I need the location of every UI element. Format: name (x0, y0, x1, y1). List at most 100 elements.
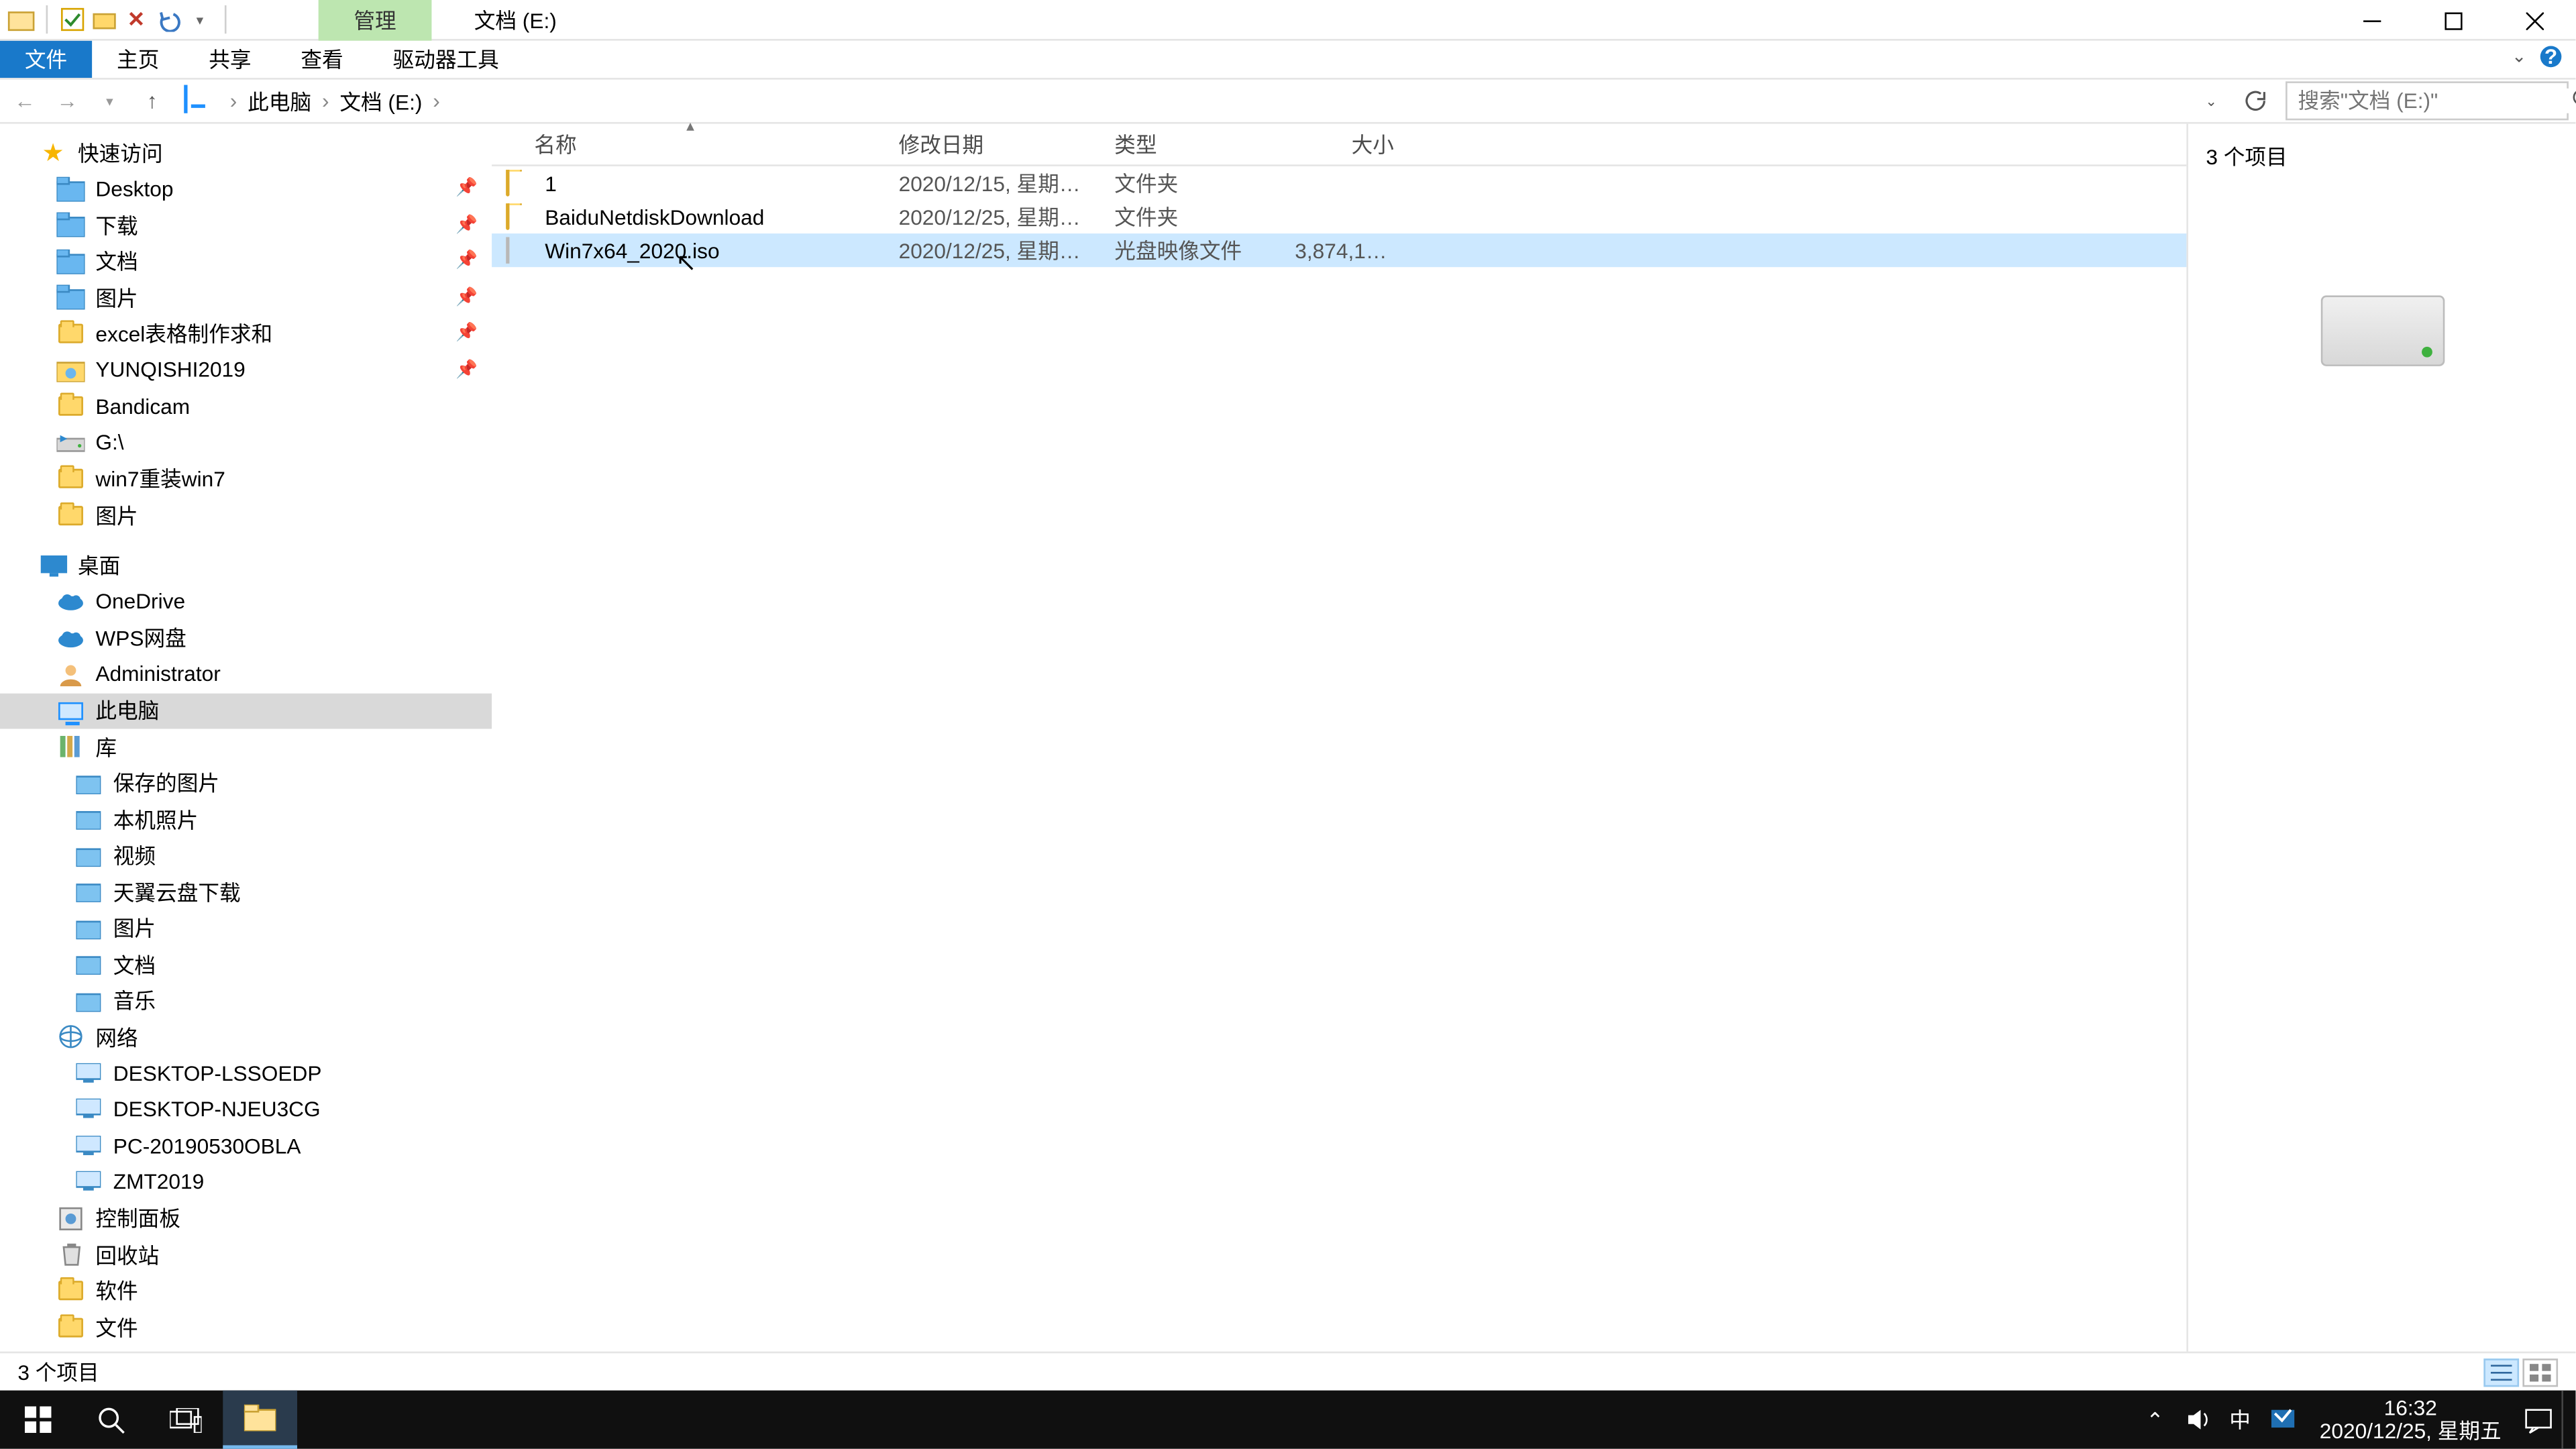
file-row[interactable]: Win7x64_2020.iso2020/12/25, 星期五 1...光盘映像… (492, 233, 2186, 267)
nav-label: 保存的图片 (113, 768, 219, 798)
nav-item[interactable]: 文档📌 (0, 244, 492, 280)
taskbar-clock[interactable]: 16:32 2020/12/25, 星期五 (2306, 1397, 2516, 1443)
nav-item[interactable]: excel表格制作求和📌 (0, 316, 492, 352)
nav-group-header[interactable]: 桌面 (0, 547, 492, 584)
nav-item[interactable]: YUNQISHI2019📌 (0, 352, 492, 388)
maximize-button[interactable] (2413, 0, 2494, 41)
breadcrumb[interactable]: 此电脑 (244, 86, 315, 116)
nav-item[interactable]: DESKTOP-NJEU3CG (0, 1091, 492, 1128)
taskbar: ⌃ 中 16:32 2020/12/25, 星期五 (0, 1391, 2575, 1449)
nav-item[interactable]: 控制面板 (0, 1200, 492, 1236)
start-button[interactable] (0, 1391, 74, 1449)
sort-indicator-icon: ▴ (686, 117, 694, 136)
nav-recent-dropdown[interactable]: ▾ (92, 83, 127, 119)
column-type[interactable]: 类型 (1100, 129, 1281, 160)
nav-item[interactable]: 图片📌 (0, 280, 492, 316)
tab-share[interactable]: 共享 (184, 41, 276, 78)
tab-file[interactable]: 文件 (0, 41, 92, 78)
nav-item[interactable]: OneDrive (0, 584, 492, 620)
help-icon[interactable]: ? (2536, 42, 2565, 70)
nav-item[interactable]: Bandicam (0, 388, 492, 425)
nav-item[interactable]: 文档 (0, 947, 492, 983)
nav-item[interactable]: 图片 (0, 497, 492, 533)
lib-sub-icon (74, 987, 103, 1015)
view-details-button[interactable] (2483, 1358, 2519, 1386)
search-box[interactable] (2286, 81, 2569, 120)
nav-item[interactable]: WPS网盘 (0, 620, 492, 656)
nav-back-button[interactable]: ← (7, 83, 43, 119)
file-type: 文件夹 (1100, 202, 1281, 232)
file-type: 文件夹 (1100, 168, 1281, 199)
qat-properties-icon[interactable] (58, 5, 87, 34)
tab-drive-tools[interactable]: 驱动器工具 (368, 41, 524, 78)
nav-item[interactable]: win7重装win7 (0, 461, 492, 497)
tray-overflow-icon[interactable]: ⌃ (2136, 1391, 2175, 1449)
breadcrumb[interactable]: 文档 (E:) (336, 86, 426, 116)
nav-item[interactable]: 库 (0, 729, 492, 765)
folder-icon (56, 465, 85, 493)
nav-label: Bandicam (95, 394, 190, 419)
tab-home[interactable]: 主页 (92, 41, 184, 78)
view-large-icons-button[interactable] (2522, 1358, 2558, 1386)
nav-item[interactable]: Desktop📌 (0, 170, 492, 207)
nav-item[interactable]: 音乐 (0, 983, 492, 1019)
column-size[interactable]: 大小 (1281, 129, 1408, 160)
nav-label: 音乐 (113, 985, 156, 1016)
nav-item[interactable]: 本机照片 (0, 802, 492, 838)
chevron-right-icon[interactable]: › (315, 89, 336, 113)
nav-item[interactable]: G:\ (0, 425, 492, 461)
show-desktop-button[interactable] (2561, 1391, 2572, 1449)
address-bar[interactable]: › 此电脑 › 文档 (E:) › (177, 81, 2180, 120)
nav-item[interactable]: ZMT2019 (0, 1164, 492, 1200)
cloud-blue-icon (56, 588, 85, 616)
tab-view[interactable]: 查看 (276, 41, 368, 78)
search-input[interactable] (2298, 89, 2572, 113)
nav-item[interactable]: 此电脑 (0, 692, 492, 729)
close-button[interactable] (2494, 0, 2575, 41)
minimize-button[interactable] (2332, 0, 2413, 41)
tray-app-icon[interactable] (2263, 1391, 2302, 1449)
nav-item[interactable]: 网络 (0, 1019, 492, 1055)
nav-label: 文档 (95, 246, 138, 276)
task-view-button[interactable] (149, 1391, 223, 1449)
action-center-icon[interactable] (2519, 1391, 2558, 1449)
nav-up-button[interactable]: ↑ (134, 83, 170, 119)
ribbon-context-tab[interactable]: 管理 (319, 0, 432, 41)
nav-item[interactable]: 图片 (0, 910, 492, 947)
nav-item[interactable]: 视频 (0, 838, 492, 874)
nav-item[interactable]: PC-20190530OBLA (0, 1128, 492, 1164)
taskbar-file-explorer[interactable] (223, 1391, 297, 1449)
nav-group-header[interactable]: ★快速访问 (0, 134, 492, 170)
volume-icon[interactable] (2178, 1391, 2217, 1449)
nav-item[interactable]: 回收站 (0, 1236, 492, 1273)
nav-label: WPS网盘 (95, 623, 186, 653)
nav-item[interactable]: 软件 (0, 1273, 492, 1309)
nav-forward-button[interactable]: → (50, 83, 85, 119)
nav-item[interactable]: DESKTOP-LSSOEDP (0, 1055, 492, 1091)
nav-label: 下载 (95, 210, 138, 240)
address-history-dropdown[interactable]: ⌄ (2194, 83, 2229, 119)
qat-customize-dropdown-icon[interactable]: ▾ (186, 5, 214, 34)
nav-item[interactable]: Administrator (0, 656, 492, 692)
nav-item[interactable]: 保存的图片 (0, 765, 492, 802)
lib-sub-icon (74, 842, 103, 870)
nav-item[interactable]: 下载📌 (0, 207, 492, 244)
refresh-button[interactable] (2236, 83, 2271, 119)
ribbon-expand-icon[interactable]: ⌄ (2505, 42, 2533, 70)
search-icon[interactable] (2572, 89, 2576, 113)
file-row[interactable]: BaiduNetdiskDownload2020/12/25, 星期五 1...… (492, 200, 2186, 233)
chevron-right-icon[interactable]: › (223, 89, 244, 113)
qat-delete-icon[interactable]: ✕ (122, 5, 150, 34)
folder-icon (56, 1277, 85, 1305)
file-name: BaiduNetdiskDownload (545, 205, 764, 229)
ime-indicator[interactable]: 中 (2220, 1391, 2259, 1449)
chevron-right-icon[interactable]: › (426, 89, 447, 113)
search-button[interactable] (74, 1391, 149, 1449)
file-row[interactable]: 12020/12/15, 星期二 1...文件夹 (492, 166, 2186, 200)
nav-item[interactable]: 文件 (0, 1309, 492, 1345)
qat-undo-icon[interactable] (154, 5, 182, 34)
nav-item[interactable]: 天翼云盘下载 (0, 874, 492, 910)
column-modified[interactable]: 修改日期 (885, 129, 1101, 160)
qat-new-folder-icon[interactable] (90, 5, 118, 34)
drive-icon (2320, 295, 2444, 366)
